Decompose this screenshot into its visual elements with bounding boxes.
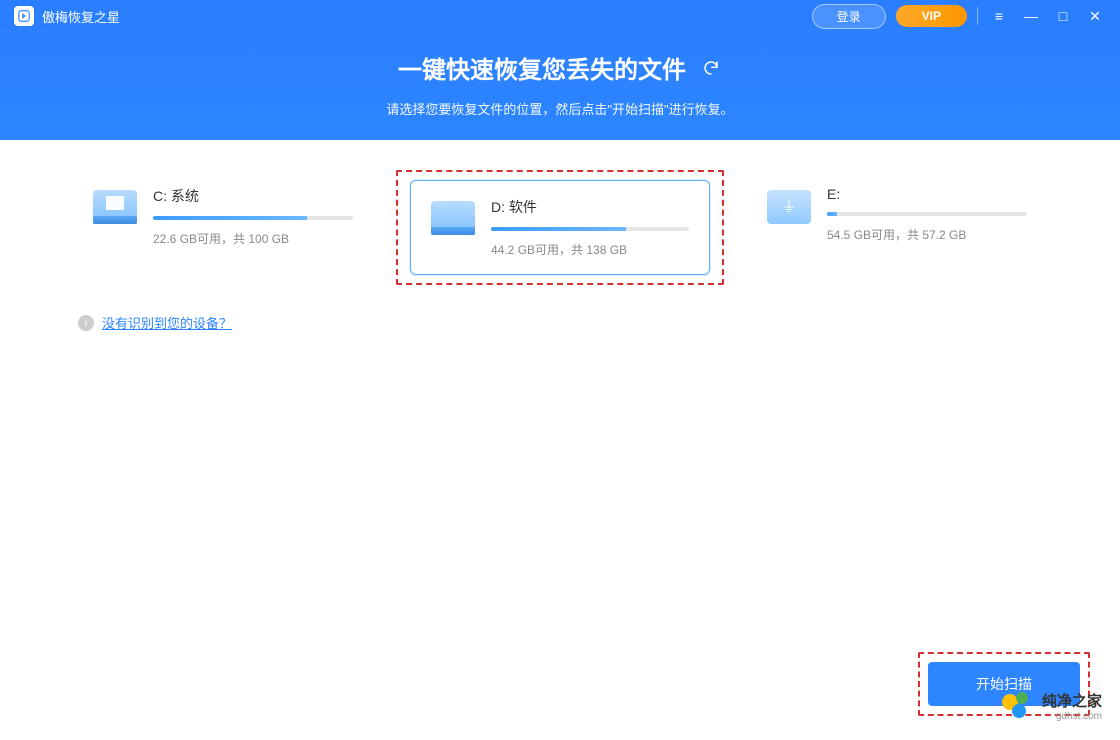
app-name: 傲梅恢复之星 — [42, 7, 120, 26]
usage-bar — [491, 227, 689, 231]
drive-name: D: 软件 — [491, 197, 689, 217]
separator — [977, 7, 978, 25]
login-button[interactable]: 登录 — [812, 4, 886, 29]
drive-name: E: — [827, 186, 1027, 202]
drive-icon — [431, 201, 475, 235]
close-icon[interactable]: ✕ — [1084, 5, 1106, 27]
page-title: 一键快速恢复您丢失的文件 — [398, 50, 686, 85]
vip-button[interactable]: VIP — [896, 5, 967, 27]
refresh-icon[interactable] — [700, 57, 722, 79]
app-logo — [14, 6, 34, 26]
maximize-icon[interactable]: □ — [1052, 5, 1074, 27]
drive-stats: 54.5 GB可用，共 57.2 GB — [827, 226, 1027, 243]
minimize-icon[interactable]: — — [1020, 5, 1042, 27]
drive-name: C: 系统 — [153, 186, 353, 206]
help-link[interactable]: 没有识别到您的设备？ — [102, 313, 232, 332]
drive-icon — [767, 190, 811, 224]
drive-stats: 44.2 GB可用，共 138 GB — [491, 241, 689, 258]
info-icon: i — [78, 315, 94, 331]
menu-icon[interactable]: ≡ — [988, 5, 1010, 27]
page-subtitle: 请选择您要恢复文件的位置，然后点击"开始扫描"进行恢复。 — [0, 99, 1120, 118]
drive-stats: 22.6 GB可用，共 100 GB — [153, 230, 353, 247]
drive-icon — [93, 190, 137, 224]
watermark: 纯净之家 gdhst.com — [1002, 690, 1102, 722]
drive-item[interactable]: C: 系统 22.6 GB可用，共 100 GB — [73, 170, 373, 285]
drive-item[interactable]: E: 54.5 GB可用，共 57.2 GB — [747, 170, 1047, 285]
usage-bar — [153, 216, 353, 220]
usage-bar — [827, 212, 1027, 216]
drive-item[interactable]: D: 软件 44.2 GB可用，共 138 GB — [410, 180, 710, 275]
